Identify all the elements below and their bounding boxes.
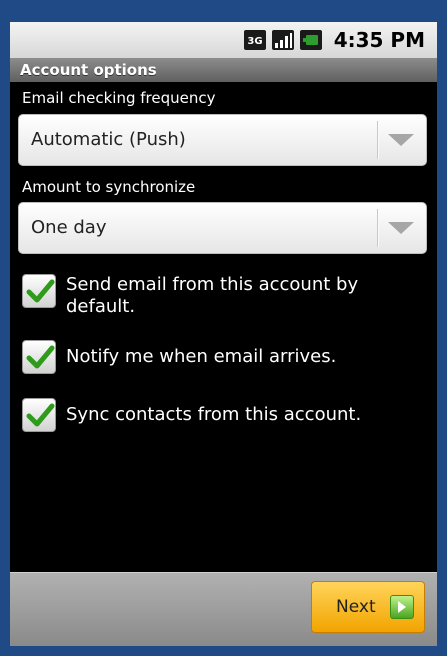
page-title: Account options xyxy=(10,58,437,82)
sync-contacts-checkbox[interactable] xyxy=(22,398,56,432)
email-frequency-spinner[interactable]: Automatic (Push) xyxy=(18,114,427,166)
email-frequency-value: Automatic (Push) xyxy=(31,129,186,150)
arrow-right-icon xyxy=(390,595,414,619)
next-button[interactable]: Next xyxy=(311,581,425,633)
3g-badge-text: 3G xyxy=(247,36,262,47)
checkmark-icon xyxy=(26,403,55,427)
battery-icon xyxy=(299,30,322,50)
checkmark-icon xyxy=(26,345,55,369)
send-default-checkbox[interactable] xyxy=(22,274,56,308)
device-frame: 3G 4:35 PM Account options Email checkin… xyxy=(0,0,447,656)
sync-amount-label: Amount to synchronize xyxy=(22,178,196,196)
next-button-label: Next xyxy=(336,597,376,617)
sync-contacts-label: Sync contacts from this account. xyxy=(66,404,362,425)
bottom-action-bar: Next xyxy=(10,572,437,646)
spinner-divider xyxy=(377,209,378,247)
spinner-divider xyxy=(377,121,378,159)
notify-label: Notify me when email arrives. xyxy=(66,346,337,367)
status-time: 4:35 PM xyxy=(333,28,425,52)
notify-checkbox[interactable] xyxy=(22,340,56,374)
email-frequency-label: Email checking frequency xyxy=(22,89,216,107)
sync-amount-spinner[interactable]: One day xyxy=(18,202,427,254)
checkmark-icon xyxy=(26,279,55,303)
send-default-label: Send email from this account by default. xyxy=(66,274,359,317)
signal-bars-icon xyxy=(271,30,294,50)
3g-icon: 3G xyxy=(243,30,266,50)
sync-amount-value: One day xyxy=(31,217,107,238)
chevron-down-icon xyxy=(388,222,414,234)
chevron-down-icon xyxy=(388,134,414,146)
status-bar: 3G 4:35 PM xyxy=(10,22,437,58)
